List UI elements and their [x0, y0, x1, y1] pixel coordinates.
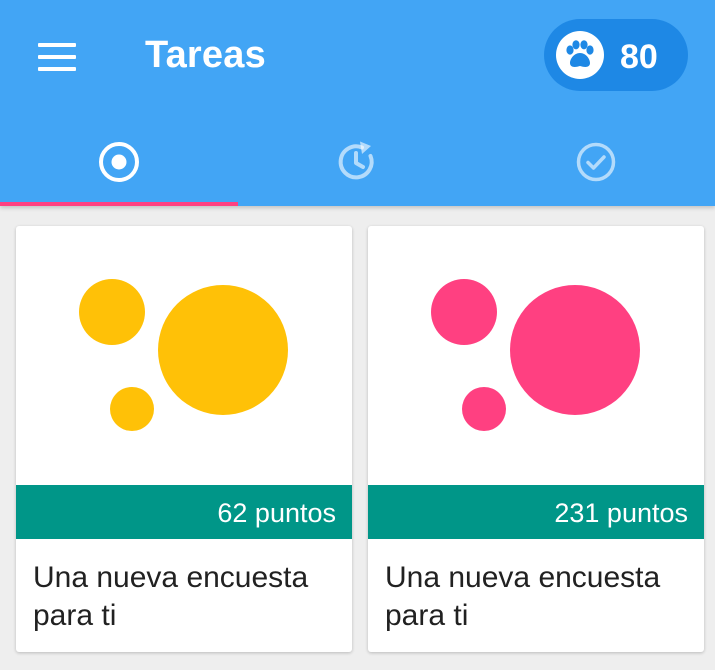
task-card[interactable]: 62 puntos Una nueva encuesta para ti — [16, 226, 352, 652]
tab-active[interactable] — [0, 118, 239, 206]
tab-completed[interactable] — [477, 118, 715, 206]
paw-badge-circle — [556, 31, 604, 79]
radio-target-icon — [99, 142, 140, 182]
tab-bar — [0, 118, 715, 206]
card-title: Una nueva encuesta para ti — [33, 561, 309, 632]
check-circle-icon — [576, 142, 616, 182]
app-bar: Tareas 80 — [0, 0, 715, 206]
card-title: Una nueva encuesta para ti — [385, 561, 661, 632]
card-points-bar: 231 puntos — [368, 485, 704, 539]
task-card[interactable]: 231 puntos Una nueva encuesta para ti — [368, 226, 704, 652]
survey-bubbles-illustration — [79, 279, 288, 431]
card-points-label: 62 puntos — [217, 498, 336, 528]
menu-button[interactable] — [30, 30, 84, 84]
tab-history[interactable] — [238, 118, 476, 206]
paw-icon — [566, 40, 594, 67]
tab-indicator — [0, 202, 239, 206]
survey-bubbles-illustration — [431, 279, 640, 431]
clock-refresh-icon — [339, 141, 375, 180]
points-value: 80 — [620, 38, 658, 76]
page-title: Tareas — [145, 34, 266, 76]
points-badge[interactable]: 80 — [544, 19, 688, 91]
card-points-label: 231 puntos — [554, 498, 688, 528]
menu-icon — [38, 43, 76, 71]
card-points-bar: 62 puntos — [16, 485, 352, 539]
